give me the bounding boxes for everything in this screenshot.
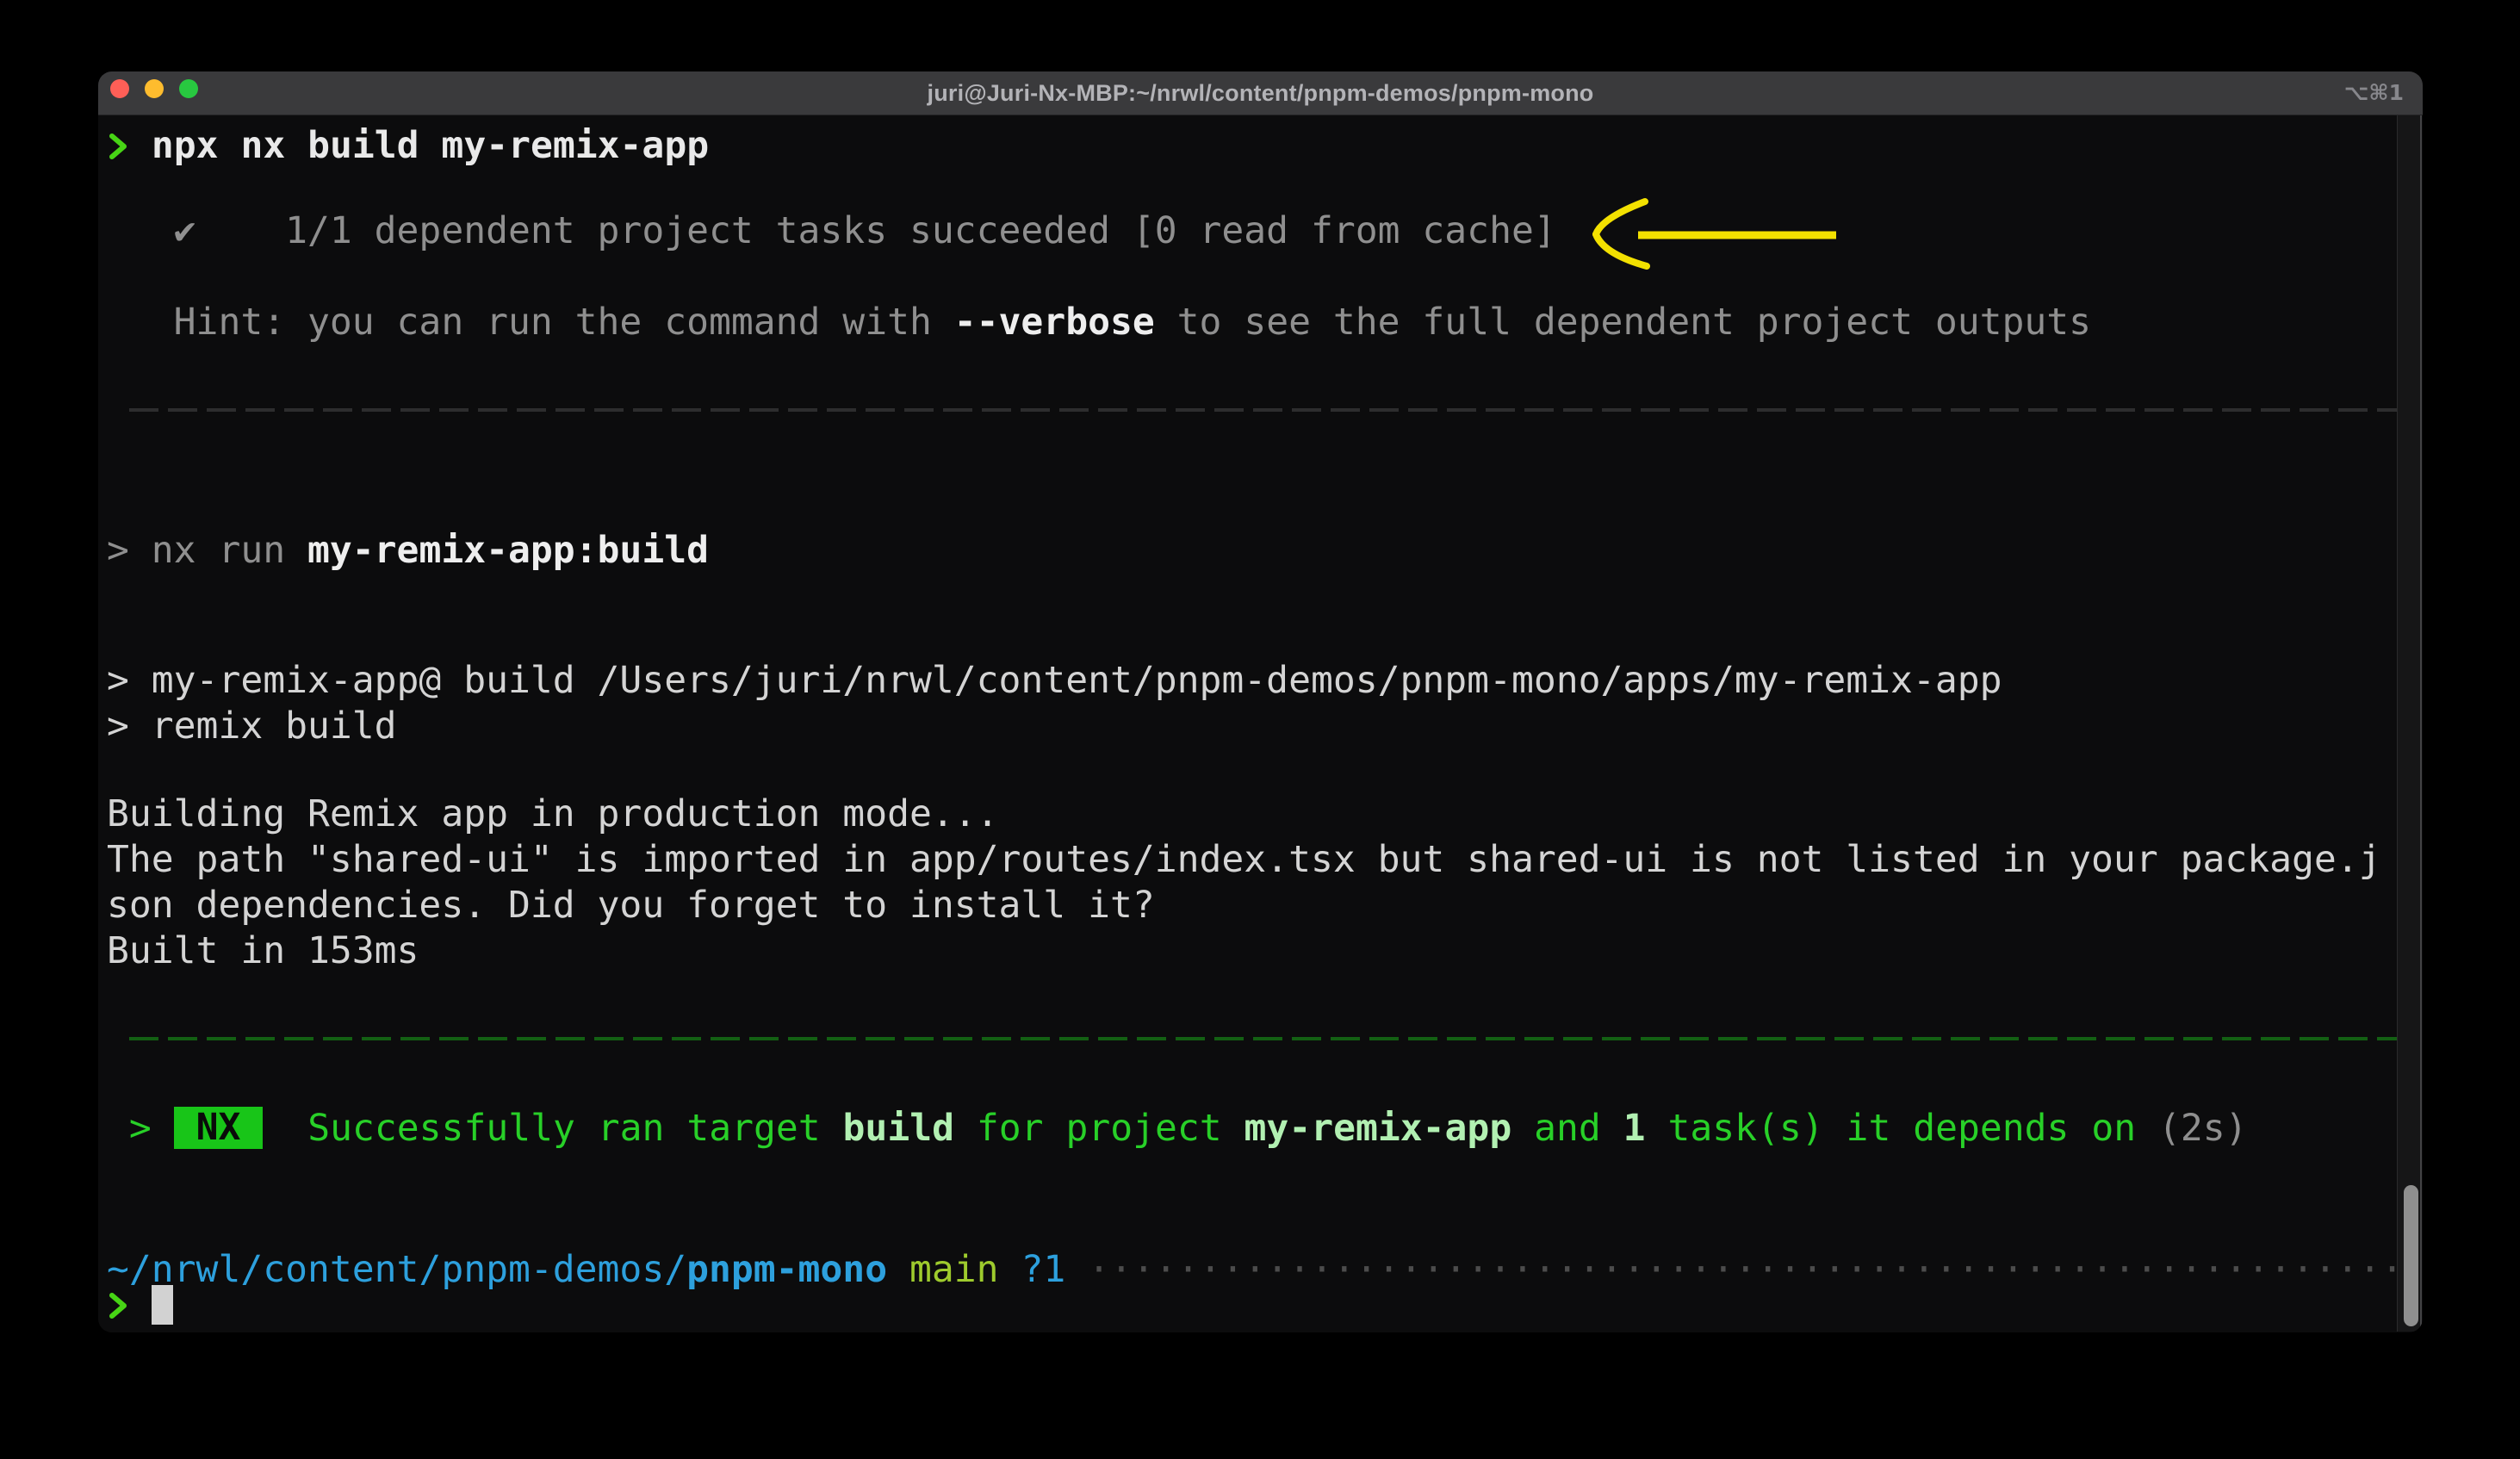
hint-line-text: to see the full dependent project output… xyxy=(1155,301,2091,344)
text-cursor xyxy=(152,1285,173,1325)
keyboard-shortcut-badge: ⌥⌘1 xyxy=(2344,80,2404,105)
tasks-succeeded-line-text: ✔ 1/1 dependent project tasks succeeded … xyxy=(107,209,1556,252)
title-bar[interactable]: juri@Juri-Nx-MBP:~/nrwl/content/pnpm-dem… xyxy=(98,71,2423,115)
hint-line-text: --verbose xyxy=(954,301,1155,344)
prompt-path-line-text: ?1 xyxy=(1021,1248,1065,1291)
prompt-path-line-text xyxy=(999,1248,1021,1291)
building-line-text: Building Remix app in production mode... xyxy=(107,792,999,835)
success-line-text: and xyxy=(1511,1107,1623,1150)
prompt-input-line-text xyxy=(129,1283,152,1326)
separator-bottom xyxy=(129,1037,2411,1040)
scrollbar-thumb[interactable] xyxy=(2404,1185,2418,1326)
success-line-text: for project xyxy=(954,1107,1244,1150)
chevron-right-icon xyxy=(107,1290,129,1325)
success-line-text: NX xyxy=(174,1107,264,1149)
scrollbar-track[interactable] xyxy=(2397,115,2422,1332)
nx-run-line: > nx run my-remix-app:build xyxy=(107,528,709,574)
hint-line: Hint: you can run the command with --ver… xyxy=(107,300,2091,345)
nx-run-line-text: my-remix-app:build xyxy=(307,529,709,572)
command-line-text: npx nx build my-remix-app xyxy=(129,124,709,167)
success-line: > NX Successfully ran target build for p… xyxy=(107,1106,2248,1152)
success-line-text: my-remix-app xyxy=(1244,1107,1512,1150)
prompt-path-line: ~/nrwl/content/pnpm-demos/pnpm-mono main… xyxy=(107,1247,2423,1293)
success-line-text: (2s) xyxy=(2158,1107,2248,1150)
close-button[interactable] xyxy=(110,79,129,98)
success-line-text: 1 xyxy=(1623,1107,1646,1150)
tasks-succeeded-line: ✔ 1/1 dependent project tasks succeeded … xyxy=(107,208,1556,254)
warning-line-1: The path "shared-ui" is imported in app/… xyxy=(107,837,2381,883)
prompt-path-line-text: ~/nrwl/content/pnpm-demos/ xyxy=(107,1248,686,1291)
zoom-button[interactable] xyxy=(179,79,198,98)
warning-line-2-text: son dependencies. Did you forget to inst… xyxy=(107,884,1155,927)
prompt-path-line-text: main xyxy=(909,1248,999,1291)
success-line-text: build xyxy=(843,1107,954,1150)
warning-line-2: son dependencies. Did you forget to inst… xyxy=(107,883,1155,928)
warning-line-1-text: The path "shared-ui" is imported in app/… xyxy=(107,838,2381,881)
success-line-text: task(s) it depends on xyxy=(1646,1107,2158,1150)
success-line-text: Successfully ran target xyxy=(263,1107,842,1150)
remix-build-line: > remix build xyxy=(107,704,397,749)
window-title: juri@Juri-Nx-MBP:~/nrwl/content/pnpm-dem… xyxy=(928,80,1594,107)
prompt-input-line[interactable] xyxy=(107,1282,173,1328)
separator-top xyxy=(129,408,2411,412)
built-time-line-text: Built in 153ms xyxy=(107,929,419,972)
pkg-build-line: > my-remix-app@ build /Users/juri/nrwl/c… xyxy=(107,658,2002,704)
building-line: Building Remix app in production mode... xyxy=(107,792,999,837)
prompt-path-line-text: pnpm-mono xyxy=(686,1248,887,1291)
prompt-path-line-text xyxy=(1065,1248,1088,1291)
pkg-build-line-text: > my-remix-app@ build /Users/juri/nrwl/c… xyxy=(107,659,2002,702)
prompt-path-line-text xyxy=(887,1248,909,1291)
minimize-button[interactable] xyxy=(145,79,164,98)
terminal-content[interactable]: npx nx build my-remix-app ✔ 1/1 dependen… xyxy=(98,115,2423,1332)
nx-run-line-text: > nx run xyxy=(107,529,307,572)
prompt-path-line-text: ········································… xyxy=(1088,1248,2423,1291)
chevron-right-icon xyxy=(107,131,129,165)
screen: juri@Juri-Nx-MBP:~/nrwl/content/pnpm-dem… xyxy=(0,0,2520,1459)
command-line: npx nx build my-remix-app xyxy=(107,123,709,169)
hint-line-text: Hint: you can run the command with xyxy=(107,301,954,344)
terminal-window: juri@Juri-Nx-MBP:~/nrwl/content/pnpm-dem… xyxy=(98,71,2423,1332)
remix-build-line-text: > remix build xyxy=(107,705,397,748)
success-line-text: > xyxy=(107,1107,174,1150)
built-time-line: Built in 153ms xyxy=(107,928,419,974)
